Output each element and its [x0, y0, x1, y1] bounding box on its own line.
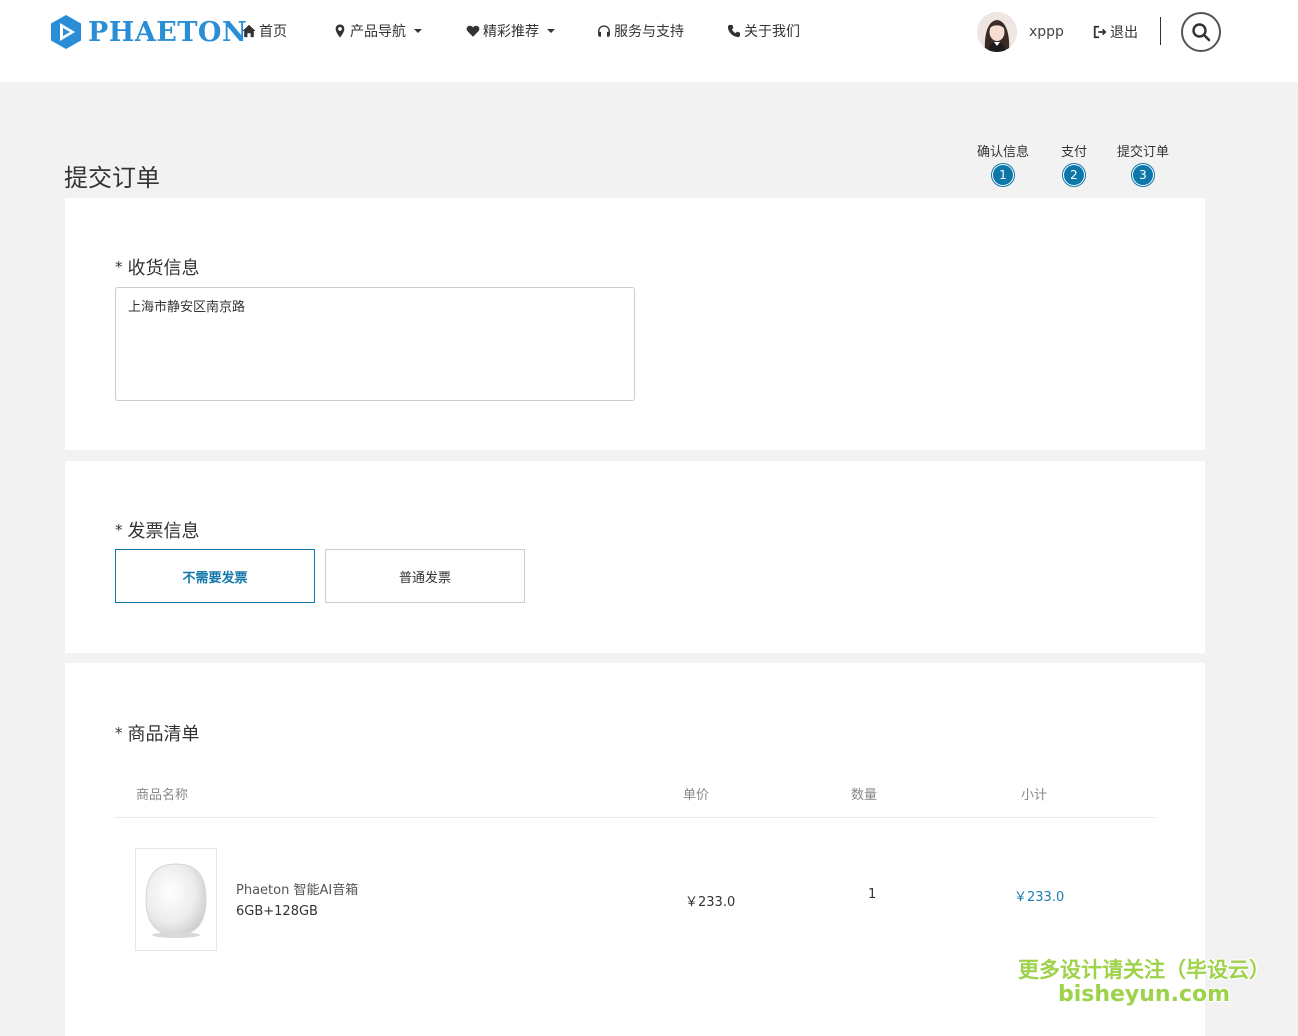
logout-icon — [1093, 25, 1107, 39]
watermark-line1: 更多设计请关注（毕设云） — [1018, 958, 1270, 982]
column-header-subtotal: 小计 — [1021, 788, 1048, 803]
logo[interactable]: PHAETON — [48, 14, 247, 50]
user-menu[interactable]: xppp — [977, 12, 1064, 52]
step-number: 1 — [993, 165, 1013, 185]
heart-icon — [466, 25, 480, 37]
nav-item-about[interactable]: 关于我们 — [727, 22, 800, 40]
table-divider — [115, 817, 1155, 818]
normal-invoice-button[interactable]: 普通发票 — [325, 549, 525, 603]
logo-text: PHAETON — [88, 16, 248, 48]
nav-item-products[interactable]: 产品导航 — [333, 22, 422, 40]
header-divider — [1160, 17, 1161, 45]
headphones-icon — [598, 25, 610, 37]
product-price: ￥233.0 — [685, 895, 736, 910]
page-title: 提交订单 — [64, 164, 160, 192]
watermark: 更多设计请关注（毕设云） bisheyun.com — [1016, 958, 1272, 1007]
logout-label: 退出 — [1110, 25, 1138, 41]
invoice-label-text: 发票信息 — [127, 521, 200, 542]
required-mark: * — [115, 258, 123, 276]
product-subtotal: ￥233.0 — [1014, 890, 1065, 905]
home-icon — [242, 24, 256, 38]
shipping-panel: * 收货信息 上海市静安区南京路 — [65, 198, 1205, 450]
step-label: 确认信息 — [977, 145, 1030, 160]
address-textarea[interactable]: 上海市静安区南京路 — [115, 287, 635, 401]
step-label: 支付 — [1061, 145, 1088, 160]
avatar-image — [977, 12, 1017, 52]
step-pay: 支付 2 — [1061, 141, 1087, 185]
avatar[interactable] — [977, 12, 1017, 52]
step-confirm: 确认信息 1 — [977, 141, 1029, 185]
nav-item-label: 关于我们 — [744, 24, 800, 40]
product-spec: 6GB+128GB — [236, 904, 318, 919]
required-mark: * — [115, 521, 123, 539]
step-number: 3 — [1133, 165, 1153, 185]
step-submit: 提交订单 3 — [1117, 141, 1169, 185]
search-button[interactable] — [1181, 12, 1221, 52]
nav-item-support[interactable]: 服务与支持 — [597, 22, 684, 40]
items-label: * 商品清单 — [115, 720, 200, 746]
step-number: 2 — [1064, 165, 1084, 185]
phone-icon — [727, 24, 741, 38]
shipping-label: * 收货信息 — [115, 254, 200, 280]
chevron-down-icon — [414, 29, 422, 33]
column-header-name: 商品名称 — [136, 788, 189, 803]
invoice-label: * 发票信息 — [115, 517, 200, 543]
main-nav: 首页 产品导航 精彩推荐 服务与支持 关于我们 — [242, 22, 800, 40]
logout-button[interactable]: 退出 — [1093, 22, 1138, 42]
map-marker-icon — [335, 24, 345, 38]
nav-item-label: 服务与支持 — [614, 24, 684, 40]
product-name[interactable]: Phaeton 智能AI音箱 — [236, 879, 358, 898]
watermark-line2: bisheyun.com — [1057, 982, 1231, 1008]
step-label: 提交订单 — [1117, 145, 1170, 160]
nav-item-label: 精彩推荐 — [483, 24, 539, 40]
nav-item-home[interactable]: 首页 — [242, 22, 287, 40]
invoice-panel: * 发票信息 不需要发票 普通发票 — [65, 461, 1205, 653]
no-invoice-button[interactable]: 不需要发票 — [115, 549, 315, 603]
product-quantity: 1 — [868, 887, 877, 902]
chevron-down-icon — [547, 29, 555, 33]
items-label-text: 商品清单 — [127, 724, 200, 745]
nav-item-label: 产品导航 — [350, 24, 406, 40]
top-navbar: PHAETON 首页 产品导航 精彩推荐 服务与支持 关于我们 xppp 退出 — [0, 0, 1298, 82]
required-mark: * — [115, 724, 123, 742]
product-image — [145, 863, 207, 938]
username[interactable]: xppp — [1029, 24, 1064, 40]
nav-item-recommend[interactable]: 精彩推荐 — [466, 22, 555, 40]
logo-icon — [51, 15, 81, 49]
nav-item-label: 首页 — [259, 24, 287, 40]
column-header-price: 单价 — [683, 788, 710, 803]
column-header-qty: 数量 — [851, 788, 878, 803]
search-icon — [1192, 23, 1211, 42]
order-steps: 确认信息 1 支付 2 提交订单 3 — [965, 141, 1185, 185]
product-thumbnail[interactable] — [135, 848, 217, 951]
shipping-label-text: 收货信息 — [127, 258, 200, 279]
